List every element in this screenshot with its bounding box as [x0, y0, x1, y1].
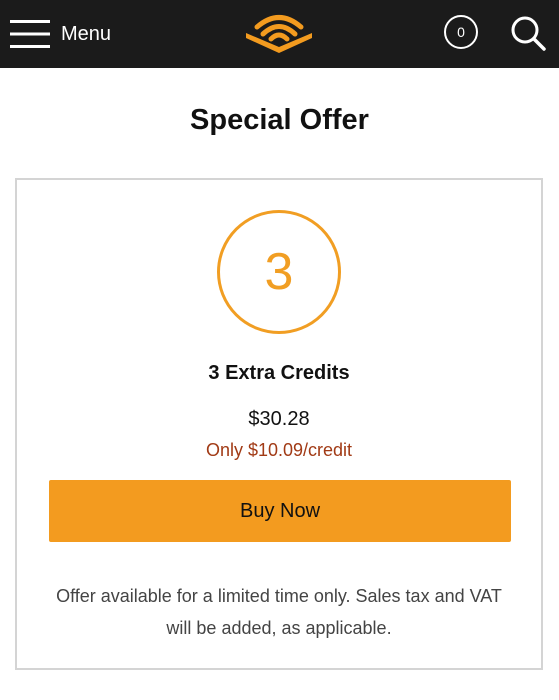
offer-price: $30.28 [248, 408, 310, 430]
page-title: Special Offer [190, 104, 369, 136]
credit-count-number: 3 [264, 243, 294, 301]
credit-count-circle: 3 [217, 210, 341, 334]
buy-now-button[interactable]: Buy Now [49, 480, 511, 542]
offer-disclaimer: Offer available for a limited time only.… [56, 586, 502, 638]
top-navigation-bar: Menu 0 [0, 0, 559, 68]
hamburger-menu-icon [10, 20, 50, 48]
menu-button[interactable]: Menu [10, 12, 130, 56]
cart-count: 0 [457, 24, 465, 40]
search-icon[interactable] [509, 14, 547, 52]
offer-per-credit-price: Only $10.09/credit [205, 440, 353, 460]
audible-logo[interactable] [242, 12, 316, 54]
offer-card: 3 3 Extra Credits $30.28 Only $10.09/cre… [15, 178, 543, 670]
menu-label: Menu [61, 22, 112, 45]
offer-name: 3 Extra Credits [208, 362, 350, 384]
cart-count-button[interactable]: 0 [444, 15, 478, 49]
